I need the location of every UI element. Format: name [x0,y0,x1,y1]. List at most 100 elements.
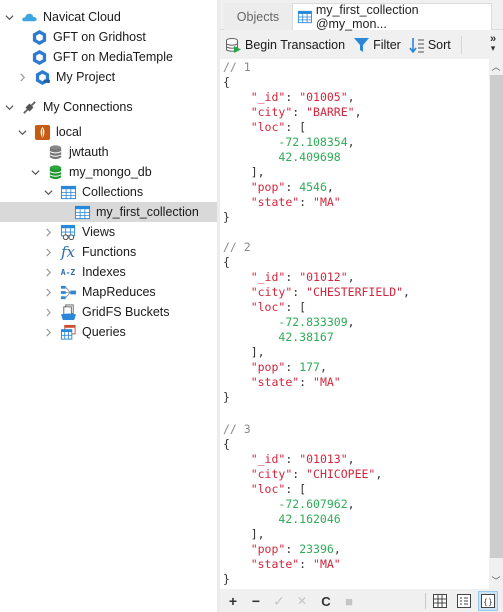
chevron-down-icon[interactable] [43,187,53,197]
filter-button[interactable]: Filter [353,37,401,53]
tree-item-views[interactable]: Views [0,222,217,242]
json-punctuation: , [333,542,341,556]
tab-objects[interactable]: Objects [224,3,292,30]
tree-item-my-project[interactable]: My Project [0,67,217,87]
open-brace: { [220,437,382,452]
sort-button[interactable]: Sort [409,37,451,54]
begin-transaction-label: Begin Transaction [245,38,346,52]
chevron-right-icon[interactable] [43,307,53,317]
chevron-down-icon[interactable] [30,167,40,177]
chevron-right-icon[interactable] [43,287,53,297]
form-view-button[interactable] [454,591,474,611]
tree-item-my-connections[interactable]: My Connections [0,97,217,117]
json-document[interactable]: // 3{ "_id": "01013", "city": "CHICOPEE"… [220,422,382,587]
scroll-down-icon[interactable]: ﹀ [489,573,503,587]
json-value: "01013" [299,452,348,466]
grid-view-button[interactable] [430,591,450,611]
json-punctuation [223,195,251,209]
json-document-viewer[interactable]: // 1{ "_id": "01005", "city": "BARRE", "… [220,59,489,589]
tree-item-my-mongo-db[interactable]: my_mongo_db [0,162,217,182]
json-value: "CHESTERFIELD" [306,285,404,299]
tree-item-local[interactable]: local [0,122,217,142]
scroll-up-icon[interactable]: ︿ [489,59,503,73]
json-key: "pop" [250,360,286,374]
scrollbar-thumb[interactable] [490,75,503,558]
main-pane: Objects my_first_collection @my_mon... B… [220,0,503,612]
tree-item-gridfs-buckets[interactable]: GridFS Buckets [0,302,217,322]
loc-longitude: -72.833309, [220,315,410,330]
project-hex-icon [30,28,48,46]
tab-collection[interactable]: my_first_collection @my_mon... [292,3,492,31]
plug-icon [20,98,38,116]
refresh-button[interactable]: C [317,592,335,610]
delete-record-button[interactable]: − [247,592,265,610]
tree-item-my-first-collection[interactable]: my_first_collection [0,202,217,222]
json-punctuation [223,135,278,149]
tree-item-label: my_mongo_db [69,165,152,179]
filter-icon [354,38,370,52]
table-icon [297,10,312,24]
chevron-right-icon[interactable] [43,327,53,337]
json-punctuation [223,482,251,496]
chevron-down-icon[interactable] [17,127,27,137]
loc-latitude: 42.38167 [220,330,410,345]
loc-longitude: -72.607962, [220,497,382,512]
json-key: "loc" [250,482,286,496]
loc-latitude: 42.409698 [220,150,362,165]
json-key: "state" [250,375,300,389]
json-punctuation [223,315,278,329]
field-id: "_id": "01012", [220,270,410,285]
json-key: "state" [250,195,300,209]
add-record-button[interactable]: + [224,592,242,610]
json-punctuation: } [223,210,230,224]
tree-item-navicat-cloud[interactable]: Navicat Cloud [0,7,217,27]
tab-label: my_first_collection @my_mon... [315,3,419,31]
field-state: "state": "MA" [220,557,382,572]
apply-changes-button[interactable]: ✓ [270,592,288,610]
toolbar-separator [461,36,462,54]
json-punctuation: : [292,285,307,299]
json-key: "pop" [250,180,286,194]
json-view-button[interactable]: {} [478,591,498,611]
tree-item-queries[interactable]: Queries [0,322,217,342]
tree-item-mapreduces[interactable]: MapReduces [0,282,217,302]
json-key: "city" [250,285,293,299]
doc-comment: // 3 [220,422,382,437]
json-key: "loc" [250,300,286,314]
tree-item-label: My Project [56,70,116,84]
json-document[interactable]: // 2{ "_id": "01012", "city": "CHESTERFI… [220,240,410,405]
json-document[interactable]: // 1{ "_id": "01005", "city": "BARRE", "… [220,60,362,225]
field-state: "state": "MA" [220,375,410,390]
tree-item-indexes[interactable]: A-Z Indexes [0,262,217,282]
json-value: 177 [299,360,320,374]
json-punctuation: : [299,375,314,389]
tree-item-collections[interactable]: Collections [0,182,217,202]
json-value: "01005" [299,90,348,104]
json-punctuation: , [326,180,334,194]
discard-changes-button[interactable]: ✕ [293,592,311,610]
tree-item-gft-gridhost[interactable]: GFT on Gridhost [0,27,217,47]
json-punctuation: : [285,180,300,194]
chevron-right-icon[interactable] [43,247,53,257]
chevron-right-icon[interactable] [43,267,53,277]
mapreduce-icon [59,283,77,301]
tree-item-label: Navicat Cloud [43,10,121,24]
json-punctuation [223,512,278,526]
begin-transaction-button[interactable]: Begin Transaction [225,37,345,54]
chevron-right-icon[interactable] [43,227,53,237]
chevron-down-icon[interactable] [4,102,14,112]
json-value: "MA" [313,557,341,571]
chevron-right-icon[interactable] [17,72,27,82]
close-brace: } [220,572,382,587]
tree-item-functions[interactable]: fx Functions [0,242,217,262]
tree-item-jwtauth[interactable]: jwtauth [0,142,217,162]
sort-icon [409,37,424,53]
tree-item-gft-mediatemple[interactable]: GFT on MediaTemple [0,47,217,67]
json-punctuation: : [285,90,300,104]
vertical-scrollbar[interactable]: ︿ ﹀ [489,59,503,589]
json-punctuation [223,180,251,194]
json-punctuation [223,105,251,119]
stop-button[interactable]: ■ [340,592,358,610]
toolbar-overflow-button[interactable]: » ▾ [488,34,498,53]
chevron-down-icon[interactable] [4,12,14,22]
